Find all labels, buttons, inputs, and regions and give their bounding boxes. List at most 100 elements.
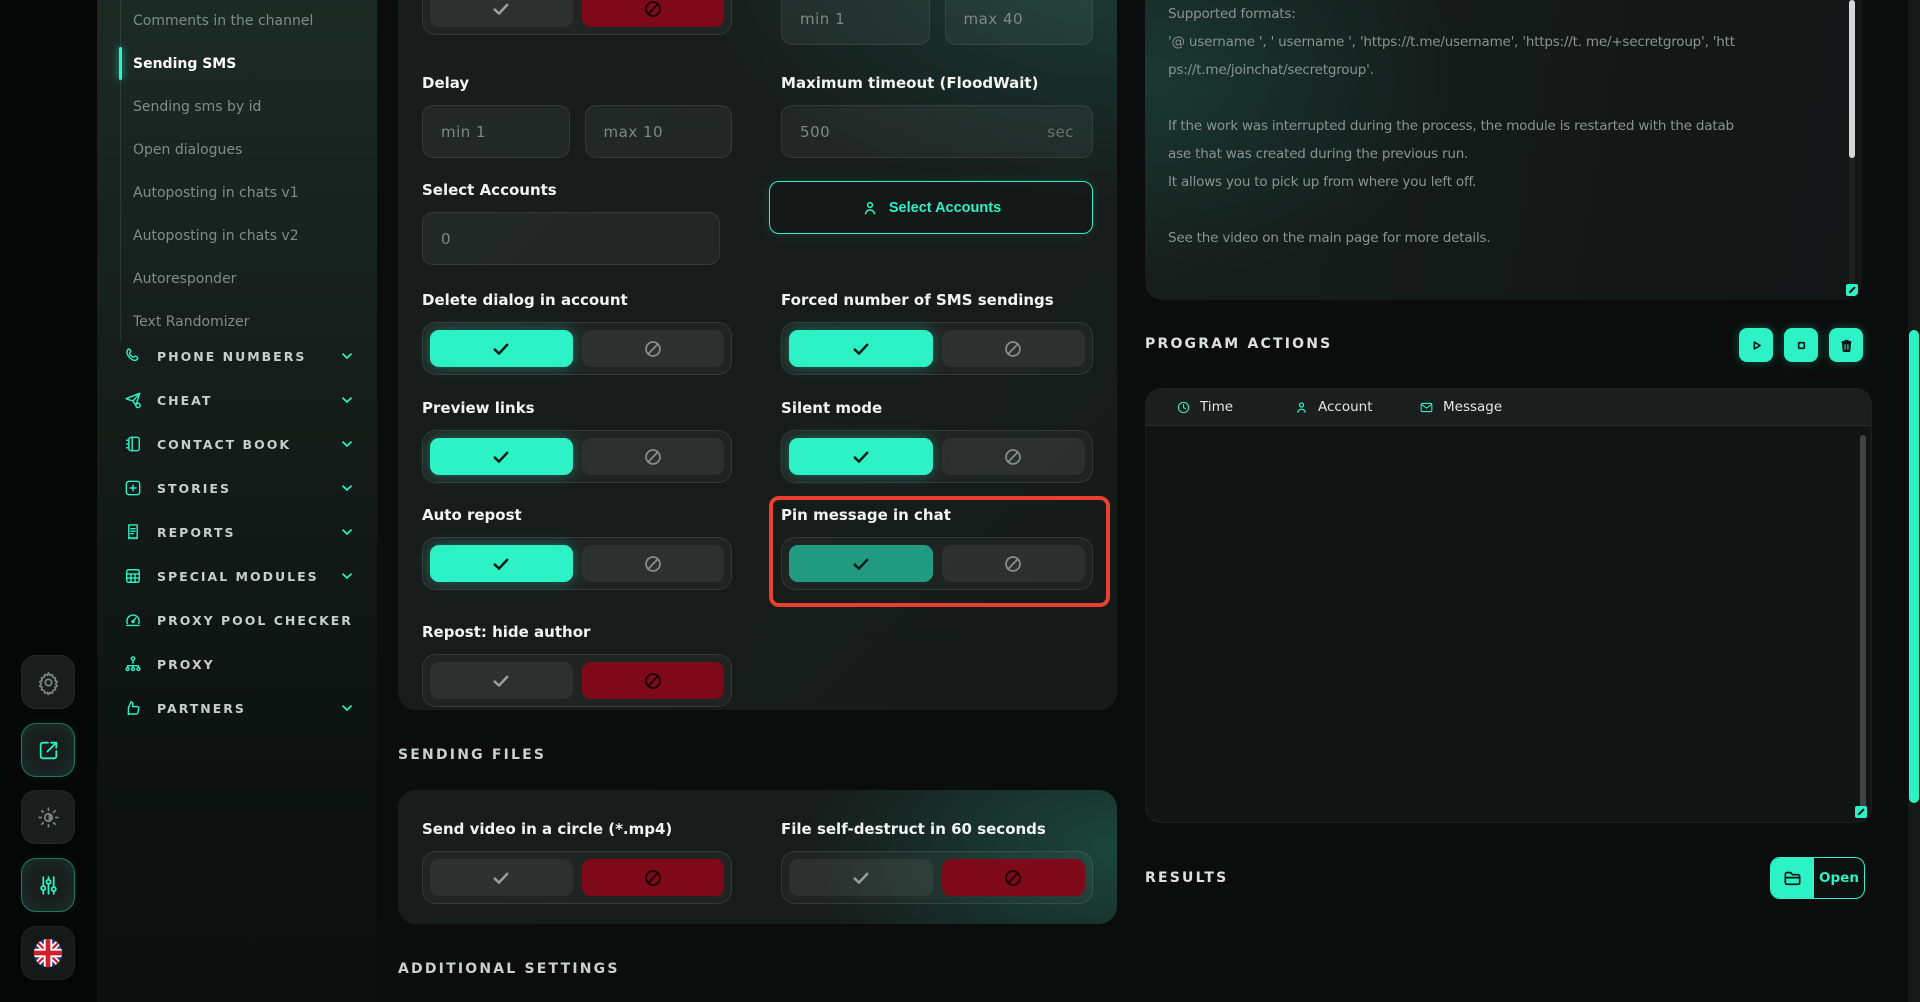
toggle-disable-button[interactable] (582, 0, 725, 27)
page-scrollbar-thumb[interactable] (1909, 330, 1919, 803)
setting-cell: min 1 max 40 (781, 0, 1093, 45)
settings-row: Send video in a circle (*.mp4)File self-… (422, 820, 1093, 904)
person-icon (1294, 400, 1309, 415)
toggle-disable-button[interactable] (582, 859, 725, 896)
table-column-account[interactable]: Account (1294, 399, 1419, 415)
table-resize-handle[interactable] (1855, 806, 1867, 818)
ban-icon (642, 553, 664, 575)
rail-button-language[interactable] (21, 926, 75, 980)
open-results-button[interactable]: Open (1770, 857, 1865, 899)
toggle-disable-button[interactable] (582, 662, 725, 699)
text-input[interactable]: 0 (422, 212, 720, 265)
setting-cell: Repost: hide author (422, 623, 732, 707)
check-icon (850, 867, 872, 889)
toggle-group (781, 851, 1093, 904)
ban-icon (642, 867, 664, 889)
toggle-enable-button[interactable] (430, 438, 573, 475)
text-input[interactable]: 500sec (781, 105, 1093, 158)
network-icon (123, 654, 143, 674)
info-text-line (1168, 90, 1787, 118)
setting-label: File self-destruct in 60 seconds (781, 820, 1093, 840)
setting-cell: Delete dialog in account (422, 291, 732, 375)
toggle-disable-button[interactable] (942, 859, 1085, 896)
toggle-disable-button[interactable] (942, 545, 1085, 582)
setting-label: Pin message in chat (781, 506, 1093, 526)
modules-grid-icon (123, 566, 143, 586)
chevron-down-icon (339, 392, 355, 408)
toggle-disable-button[interactable] (942, 330, 1085, 367)
sidebar-item-proxy[interactable]: PROXY (97, 642, 377, 686)
toggle-enable-button[interactable] (430, 545, 573, 582)
submenu-item-comments-in-the-channel[interactable]: Comments in the channel (97, 0, 377, 42)
toggle-disable-button[interactable] (582, 330, 725, 367)
number-range-input[interactable]: min 1 (781, 0, 929, 45)
play-icon (1748, 337, 1765, 354)
number-range-input[interactable]: max 10 (585, 105, 733, 158)
rail-button-equalizer[interactable] (21, 858, 75, 912)
toggle-disable-button[interactable] (582, 438, 725, 475)
settings-row: Select Accounts 0 Select Accounts (422, 181, 1093, 265)
submenu-item-sending-sms-by-id[interactable]: Sending sms by id (97, 85, 377, 128)
external-link-icon (36, 738, 61, 763)
toggle-enable-button[interactable] (789, 545, 932, 582)
rail-button-settings[interactable] (21, 655, 75, 709)
toggle-enable-button[interactable] (430, 662, 573, 699)
toggle-enable-button[interactable] (789, 438, 932, 475)
program-actions-table: TimeAccountMessage (1145, 388, 1872, 823)
submenu-item-autoposting-in-chats-v1[interactable]: Autoposting in chats v1 (97, 171, 377, 214)
number-range-input[interactable]: max 40 (945, 0, 1093, 45)
select-accounts-button[interactable]: Select Accounts (769, 181, 1093, 234)
person-icon (861, 199, 879, 217)
sidebar-item-contact-book[interactable]: CONTACT BOOK (97, 422, 377, 466)
phone-icon (123, 346, 143, 366)
rail-button-external[interactable] (21, 723, 75, 777)
check-icon (850, 446, 872, 468)
setting-cell: Forced number of SMS sendings (781, 291, 1093, 375)
page-scrollbar-track[interactable] (1908, 0, 1920, 1002)
info-scrollbar-thumb[interactable] (1849, 0, 1855, 158)
toggle-enable-button[interactable] (430, 0, 573, 27)
gear-icon (36, 670, 61, 695)
number-range-input[interactable]: min 1 (422, 105, 570, 158)
sidebar-item-label: REPORTS (157, 525, 236, 540)
sidebar-item-reports[interactable]: REPORTS (97, 510, 377, 554)
setting-cell: Maximum timeout (FloodWait)500sec (781, 74, 1093, 158)
table-scrollbar-thumb[interactable] (1860, 435, 1866, 809)
submenu-item-sending-sms[interactable]: Sending SMS (97, 42, 377, 85)
submenu-item-open-dialogues[interactable]: Open dialogues (97, 128, 377, 171)
toggle-disable-button[interactable] (942, 438, 1085, 475)
sidebar-item-special-modules[interactable]: SPECIAL MODULES (97, 554, 377, 598)
setting-label: Delay (422, 74, 732, 94)
setting-label: Select Accounts (422, 181, 720, 201)
toggle-enable-button[interactable] (430, 330, 573, 367)
toggle-enable-button[interactable] (789, 859, 932, 896)
toggle-enable-button[interactable] (789, 330, 932, 367)
rail-button-theme[interactable] (21, 790, 75, 844)
start-button[interactable] (1739, 328, 1773, 362)
sidebar-item-proxy-pool-checker[interactable]: PROXY POOL CHECKER (97, 598, 377, 642)
setting-cell: Select Accounts (769, 181, 1093, 265)
info-resize-handle[interactable] (1846, 284, 1858, 296)
sidebar-item-partners[interactable]: PARTNERS (97, 686, 377, 730)
ban-icon (1002, 446, 1024, 468)
sidebar-item-phone-numbers[interactable]: PHONE NUMBERS (97, 334, 377, 378)
submenu-item-autoresponder[interactable]: Autoresponder (97, 257, 377, 300)
folder-icon (1771, 858, 1814, 898)
setting-cell: Auto repost (422, 506, 732, 590)
clock-icon (1176, 400, 1191, 415)
table-column-message[interactable]: Message (1419, 399, 1502, 415)
toggle-disable-button[interactable] (582, 545, 725, 582)
sidebar-item-cheat[interactable]: CHEAT (97, 378, 377, 422)
toggle-enable-button[interactable] (430, 859, 573, 896)
clear-button[interactable] (1829, 328, 1863, 362)
toggle-group (781, 430, 1093, 483)
setting-cell: Delay min 1 max 10 (422, 74, 732, 158)
stop-button[interactable] (1784, 328, 1818, 362)
info-text-line: '@ username ', ' username ', 'https://t.… (1168, 34, 1787, 62)
sidebar-item-stories[interactable]: STORIES (97, 466, 377, 510)
input-suffix: sec (1047, 123, 1074, 141)
submenu-item-autoposting-in-chats-v2[interactable]: Autoposting in chats v2 (97, 214, 377, 257)
table-column-time[interactable]: Time (1176, 399, 1294, 415)
sending-sms-settings-card: min 1 max 40 Delay min 1 max 10 Maximum timeo… (398, 0, 1117, 710)
stop-icon (1793, 337, 1810, 354)
